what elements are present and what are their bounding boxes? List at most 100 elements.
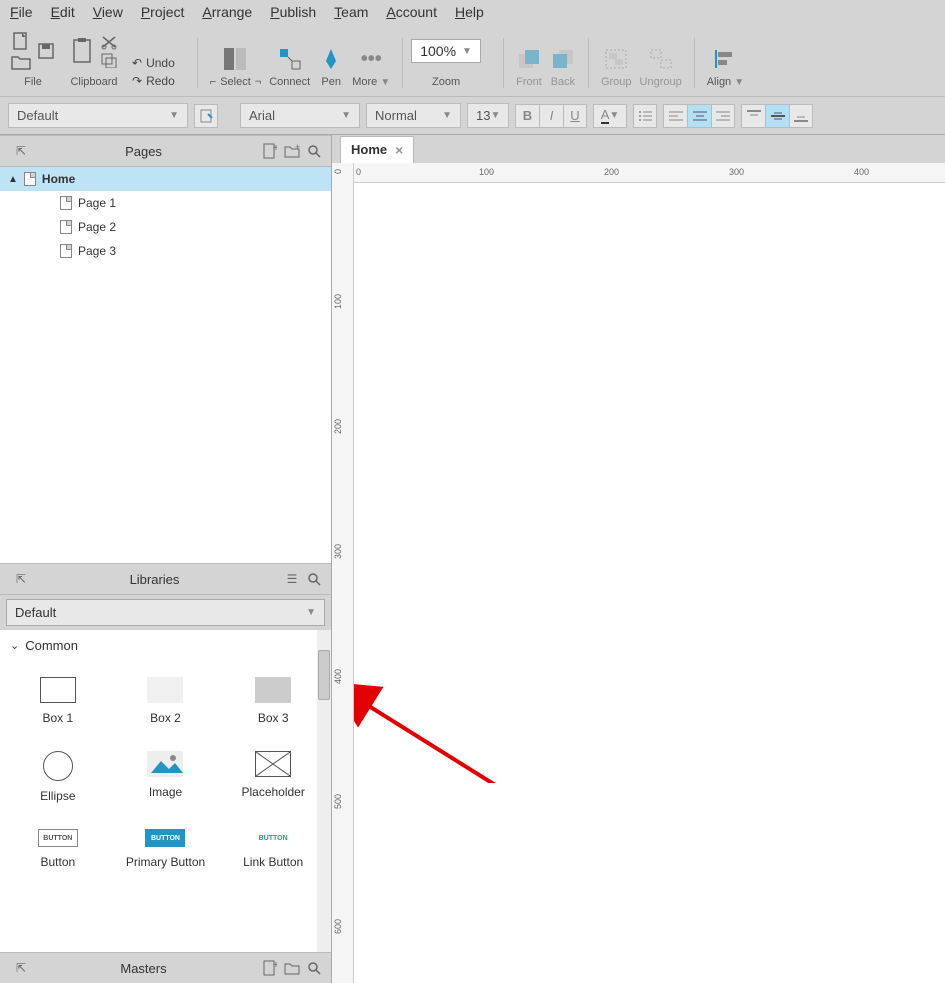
menu-file[interactable]: File [10, 4, 33, 20]
menu-team[interactable]: Team [334, 4, 368, 20]
widget-primary-button[interactable]: BUTTONPrimary Button [112, 821, 220, 877]
pages-tree: ▲ Home Page 1 Page 2 Page 3 [0, 167, 331, 563]
align-left-button[interactable] [663, 104, 687, 128]
menu-account[interactable]: Account [386, 4, 437, 20]
widget-placeholder[interactable]: Placeholder [219, 743, 327, 811]
page-item[interactable]: Page 1 [0, 191, 331, 215]
close-tab-icon[interactable]: × [395, 142, 403, 158]
design-canvas[interactable] [354, 183, 945, 983]
paste-icon[interactable] [70, 36, 96, 66]
canvas-tab[interactable]: Home × [340, 136, 414, 163]
widget-box2[interactable]: Box 2 [112, 669, 220, 733]
page-icon [24, 172, 36, 186]
chevron-down-icon: ▼ [380, 77, 390, 88]
file-group: File [10, 30, 56, 88]
library-scrollbar[interactable] [317, 630, 331, 952]
connect-tool[interactable]: Connect [265, 46, 314, 88]
page-item[interactable]: Page 3 [0, 239, 331, 263]
group-button[interactable]: Group [597, 46, 636, 88]
separator [503, 38, 504, 88]
front-button[interactable]: Front [512, 46, 546, 88]
menu-project[interactable]: Project [141, 4, 185, 20]
page-icon [60, 220, 72, 234]
search-icon[interactable] [305, 959, 323, 977]
valign-bottom-button[interactable] [789, 104, 813, 128]
svg-text:+: + [295, 144, 300, 152]
page-icon [60, 196, 72, 210]
cut-icon[interactable] [100, 34, 118, 50]
canvas-area: Home × 0 100 200 300 400 500 600 0 100 2… [332, 135, 945, 983]
align-center-button[interactable] [687, 104, 711, 128]
menu-edit[interactable]: Edit [51, 4, 75, 20]
menu-help[interactable]: Help [455, 4, 484, 20]
canvas-tabbar: Home × [332, 135, 945, 163]
separator [197, 38, 198, 88]
more-tool[interactable]: ••• More ▼ [348, 46, 394, 88]
new-file-icon[interactable] [10, 31, 32, 51]
add-master-folder-icon[interactable] [283, 959, 301, 977]
main-toolbar: File Clipboard ↶Undo ↷Redo ⌐Select¬ Conn… [0, 24, 945, 97]
widget-box1[interactable]: Box 1 [4, 669, 112, 733]
vertical-ruler: 0 100 200 300 400 500 600 [332, 163, 354, 983]
align-button[interactable]: Align ▼ [703, 46, 748, 88]
zoom-input[interactable]: 100%▼ [411, 39, 481, 63]
undo-redo-group: ↶Undo ↷Redo [132, 56, 175, 88]
add-page-icon[interactable]: + [261, 142, 279, 160]
save-icon[interactable] [36, 41, 56, 61]
pen-tool[interactable]: Pen [314, 46, 348, 88]
expand-icon[interactable]: ▲ [8, 174, 18, 185]
ungroup-button[interactable]: Ungroup [636, 46, 686, 88]
valign-group [741, 104, 813, 128]
popout-icon[interactable]: ⇱ [12, 142, 30, 160]
underline-button[interactable]: U [563, 104, 587, 128]
menu-icon[interactable]: ☰ [283, 570, 301, 588]
widget-box3[interactable]: Box 3 [219, 669, 327, 733]
size-dropdown[interactable]: 13▼ [467, 103, 509, 128]
back-button[interactable]: Back [546, 46, 580, 88]
text-color-button[interactable]: A ▼ [593, 104, 627, 128]
weight-dropdown[interactable]: Normal▼ [366, 103, 461, 128]
add-folder-icon[interactable]: + [283, 142, 301, 160]
italic-button[interactable]: I [539, 104, 563, 128]
align-right-button[interactable] [711, 104, 735, 128]
select-tool[interactable]: ⌐Select¬ [206, 46, 265, 88]
valign-middle-button[interactable] [765, 104, 789, 128]
separator [694, 38, 695, 88]
undo-button[interactable]: ↶Undo [132, 56, 175, 70]
font-dropdown[interactable]: Arial▼ [240, 103, 360, 128]
libraries-panel-header: ⇱ Libraries ☰ [0, 563, 331, 595]
file-label: File [24, 76, 42, 88]
page-item-home[interactable]: ▲ Home [0, 167, 331, 191]
chevron-down-icon: ⌄ [10, 639, 19, 652]
add-master-icon[interactable]: + [261, 959, 279, 977]
style-bar: Default▼ Arial▼ Normal▼ 13▼ B I U A ▼ [0, 97, 945, 135]
redo-button[interactable]: ↷Redo [132, 74, 175, 88]
chevron-down-icon: ▼ [734, 77, 744, 88]
copy-icon[interactable] [100, 52, 118, 68]
open-file-icon[interactable] [10, 53, 32, 71]
widget-button[interactable]: BUTTONButton [4, 821, 112, 877]
style-dropdown[interactable]: Default▼ [8, 103, 188, 128]
library-section-toggle[interactable]: ⌄ Common [0, 630, 331, 661]
libraries-title: Libraries [30, 572, 279, 587]
search-icon[interactable] [305, 570, 323, 588]
search-icon[interactable] [305, 142, 323, 160]
clipboard-group: Clipboard [70, 30, 118, 88]
widget-ellipse[interactable]: Ellipse [4, 743, 112, 811]
menu-arrange[interactable]: Arrange [202, 4, 252, 20]
bullets-button[interactable] [633, 104, 657, 128]
popout-icon[interactable]: ⇱ [12, 570, 30, 588]
widget-image[interactable]: Image [112, 743, 220, 811]
menu-bar: File Edit View Project Arrange Publish T… [0, 0, 945, 24]
widget-link-button[interactable]: BUTTONLink Button [219, 821, 327, 877]
zoom-group: 100%▼ Zoom [411, 30, 481, 88]
pages-title: Pages [30, 144, 257, 159]
library-selector[interactable]: Default▼ [6, 599, 325, 626]
paste-style-icon[interactable] [194, 104, 218, 128]
page-item[interactable]: Page 2 [0, 215, 331, 239]
menu-publish[interactable]: Publish [270, 4, 316, 20]
menu-view[interactable]: View [93, 4, 123, 20]
bold-button[interactable]: B [515, 104, 539, 128]
popout-icon[interactable]: ⇱ [12, 959, 30, 977]
valign-top-button[interactable] [741, 104, 765, 128]
